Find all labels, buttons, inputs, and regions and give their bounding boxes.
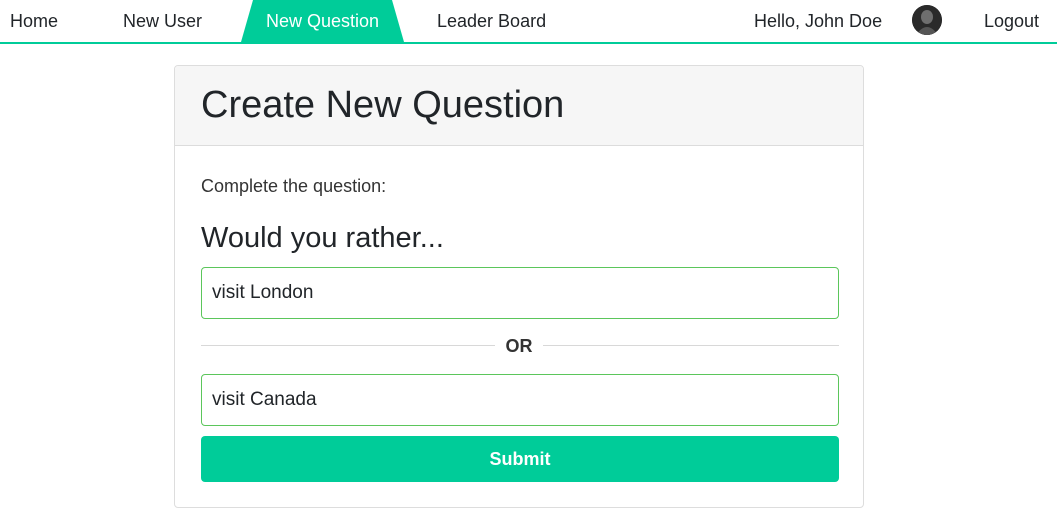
nav-leader-board-link[interactable]: Leader Board	[437, 0, 546, 42]
top-navbar: Home New User New Question Leader Board …	[0, 0, 1057, 44]
page-title: Create New Question	[201, 84, 565, 126]
nav-new-question-tab[interactable]: New Question	[241, 0, 404, 42]
submit-button[interactable]: Submit	[201, 436, 839, 482]
new-question-card: Create New Question Complete the questio…	[174, 65, 864, 508]
question-prompt: Complete the question:	[201, 176, 387, 196]
user-greeting: Hello, John Doe	[754, 11, 883, 31]
nav-new-question-label: New Question	[265, 11, 380, 31]
divider-line-right	[543, 345, 839, 346]
avatar	[912, 5, 942, 35]
logout-link[interactable]: Logout	[984, 0, 1039, 42]
would-you-rather-heading: Would you rather...	[201, 222, 444, 254]
user-avatar-icon	[912, 5, 942, 35]
divider-line-left	[201, 345, 495, 346]
nav-new-user-link[interactable]: New User	[123, 0, 202, 42]
nav-home-link[interactable]: Home	[10, 0, 58, 42]
card-header: Create New Question	[175, 66, 863, 146]
option-two-input[interactable]	[201, 374, 839, 426]
or-divider-text: OR	[505, 336, 533, 356]
option-one-input[interactable]	[201, 267, 839, 319]
